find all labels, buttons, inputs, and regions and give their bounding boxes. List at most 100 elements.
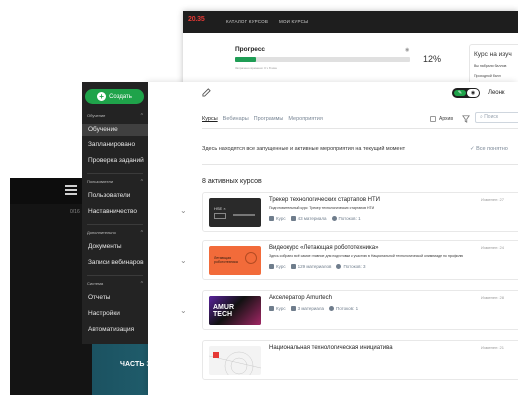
edit-icon[interactable] bbox=[202, 88, 211, 97]
expand-chevron-icon[interactable]: ⌄ bbox=[180, 206, 187, 215]
create-button[interactable]: + Создать bbox=[85, 89, 144, 104]
briefcase-icon bbox=[269, 216, 274, 221]
search-input[interactable]: ⌕ Поиск bbox=[475, 112, 518, 123]
progress-bar bbox=[235, 57, 410, 62]
sidebar-divider bbox=[87, 275, 143, 276]
course-changed-date: Изменен: 21 bbox=[481, 345, 504, 350]
card-title: Курс на изуч bbox=[474, 51, 512, 58]
tab-events[interactable]: Мероприятия bbox=[288, 116, 322, 122]
course-type: Курс bbox=[269, 264, 286, 269]
course-changed-date: Изменен: 24 bbox=[481, 245, 504, 250]
course-title[interactable]: Акселератор Amurtech bbox=[269, 295, 332, 301]
banner-divider bbox=[202, 164, 518, 165]
section-users-header[interactable]: Пользователи ^ bbox=[87, 179, 143, 185]
chevron-up-icon: ^ bbox=[140, 179, 143, 185]
tab-programs[interactable]: Программы bbox=[254, 116, 284, 122]
tab-webinars[interactable]: Вебинары bbox=[223, 116, 249, 122]
thumb-label: AMUR TECH bbox=[213, 304, 234, 318]
course-materials: 129 материалов bbox=[290, 264, 331, 269]
thumb-pattern bbox=[209, 351, 261, 375]
course-thumbnail bbox=[209, 346, 261, 375]
course-materials: 43 материала bbox=[290, 216, 327, 221]
thumb-drone bbox=[245, 252, 257, 264]
stream-icon bbox=[331, 216, 337, 221]
progress-bar-fill bbox=[235, 57, 256, 62]
time-spent-text: Затрачено времени: 0 ч 8 мин bbox=[235, 66, 277, 70]
sidebar-item-documents[interactable]: Документы bbox=[82, 241, 148, 253]
plus-icon: + bbox=[97, 92, 107, 101]
tabs-divider bbox=[202, 128, 518, 129]
eye-toggle-icon[interactable]: ◉ bbox=[467, 89, 479, 97]
pencil-icon[interactable]: ✎ bbox=[454, 90, 466, 96]
section-learning-header[interactable]: Обучение ^ bbox=[87, 113, 143, 119]
course-streams: Потоков: 3 bbox=[336, 264, 366, 269]
course-thumbnail: HSE × bbox=[209, 198, 261, 227]
chevron-up-icon: ^ bbox=[140, 113, 143, 119]
archive-label: Архив bbox=[439, 116, 454, 122]
sidebar-item-mentoring[interactable]: Наставничество bbox=[82, 206, 148, 218]
nav-my-courses-link[interactable]: МОИ КУРСЫ bbox=[279, 19, 308, 24]
sidebar-item-webinar-records[interactable]: Записи вебинаров bbox=[82, 257, 148, 269]
logo-2035[interactable]: 20.35 bbox=[188, 16, 205, 23]
course-description: Здесь собрано всё самое главное для подг… bbox=[269, 254, 464, 258]
screenshot-collage: 0/16 ЧАСТЬ 3: Этапы развития НТИ. 20.35 … bbox=[0, 0, 518, 395]
nav-catalog-link[interactable]: КАТАЛОГ КУРСОВ bbox=[226, 19, 268, 24]
stream-icon bbox=[329, 306, 334, 311]
create-label: Создать bbox=[109, 93, 132, 100]
user-name[interactable]: Леонк bbox=[488, 90, 505, 96]
chevron-up-icon: ^ bbox=[140, 230, 143, 236]
sidebar-item-automation[interactable]: Автоматизация bbox=[82, 324, 148, 336]
sidebar-divider bbox=[87, 173, 143, 174]
course-card[interactable]: Летающая робототехника Видеокурс «Летающ… bbox=[202, 240, 518, 280]
thumb-label: HSE × bbox=[214, 206, 226, 211]
section-system-header[interactable]: Система ^ bbox=[87, 281, 143, 287]
course-streams: Потоков: 1 bbox=[331, 216, 361, 221]
video-counter: 0/16 bbox=[70, 209, 80, 215]
course-thumbnail: AMUR TECH bbox=[209, 296, 261, 325]
sidebar-item-users[interactable]: Пользователи bbox=[82, 190, 148, 202]
checkbox-box[interactable] bbox=[430, 116, 436, 122]
admin-sidebar: + Создать Обучение ^ Обучение Запланирова… bbox=[82, 82, 148, 344]
stream-icon bbox=[336, 264, 342, 269]
sidebar-item-planned[interactable]: Запланировано bbox=[82, 139, 148, 151]
course-type: Курс bbox=[269, 306, 286, 311]
course-card[interactable]: Национальная технологическая инициатива … bbox=[202, 340, 518, 380]
view-mode-toggle[interactable]: ✎ ◉ bbox=[452, 88, 480, 98]
menu-icon[interactable] bbox=[65, 185, 77, 195]
eye-icon: ◉ bbox=[405, 47, 410, 53]
tab-courses[interactable]: Курсы bbox=[202, 116, 218, 122]
expand-chevron-icon[interactable]: ⌄ bbox=[180, 306, 187, 315]
briefcase-icon bbox=[269, 264, 274, 269]
course-meta: Курс 3 материала Потоков: 1 bbox=[269, 306, 358, 311]
course-changed-date: Изменен: 27 bbox=[481, 197, 504, 202]
expand-chevron-icon[interactable]: ⌄ bbox=[180, 256, 187, 265]
course-title[interactable]: Видеокурс «Летающая робототехника» bbox=[269, 245, 378, 251]
course-card[interactable]: AMUR TECH Акселератор Amurtech Курс 3 ма… bbox=[202, 290, 518, 330]
archive-checkbox[interactable]: Архив bbox=[430, 116, 453, 122]
progress-title: Прогресс bbox=[235, 46, 266, 53]
course-card[interactable]: HSE × Трекер технологических стартапов Н… bbox=[202, 192, 518, 232]
thumb-label: Летающая робототехника bbox=[214, 256, 238, 264]
course-changed-date: Изменен: 28 bbox=[481, 295, 504, 300]
section-extra-header[interactable]: Дополнительно ^ bbox=[87, 230, 143, 236]
course-title[interactable]: Трекер технологических стартапов НТИ bbox=[269, 197, 380, 203]
sidebar-item-learning[interactable]: Обучение bbox=[82, 124, 148, 136]
card-score-line: Вы набрали баллов bbox=[474, 64, 507, 68]
course-materials: 3 материала bbox=[290, 306, 324, 311]
course-description: Подготовительный курс: Трекер технологич… bbox=[269, 206, 375, 210]
course-thumbnail: Летающая робототехника bbox=[209, 246, 261, 275]
thumb-logo bbox=[214, 213, 226, 219]
document-icon bbox=[290, 264, 296, 269]
course-title[interactable]: Национальная технологическая инициатива bbox=[269, 345, 393, 351]
card-pass-line: Проходной балл bbox=[474, 74, 501, 78]
sidebar-divider bbox=[87, 224, 143, 225]
sidebar-item-reports[interactable]: Отчеты bbox=[82, 292, 148, 304]
course-streams: Потоков: 1 bbox=[329, 306, 358, 311]
filter-icon[interactable] bbox=[462, 115, 470, 123]
sidebar-item-settings[interactable]: Настройки bbox=[82, 308, 148, 320]
understood-button[interactable]: ✓ Все понятно bbox=[470, 146, 508, 152]
document-icon bbox=[290, 306, 296, 311]
chevron-up-icon: ^ bbox=[140, 281, 143, 287]
sidebar-item-review[interactable]: Проверка заданий bbox=[82, 155, 148, 167]
document-icon bbox=[290, 216, 296, 221]
